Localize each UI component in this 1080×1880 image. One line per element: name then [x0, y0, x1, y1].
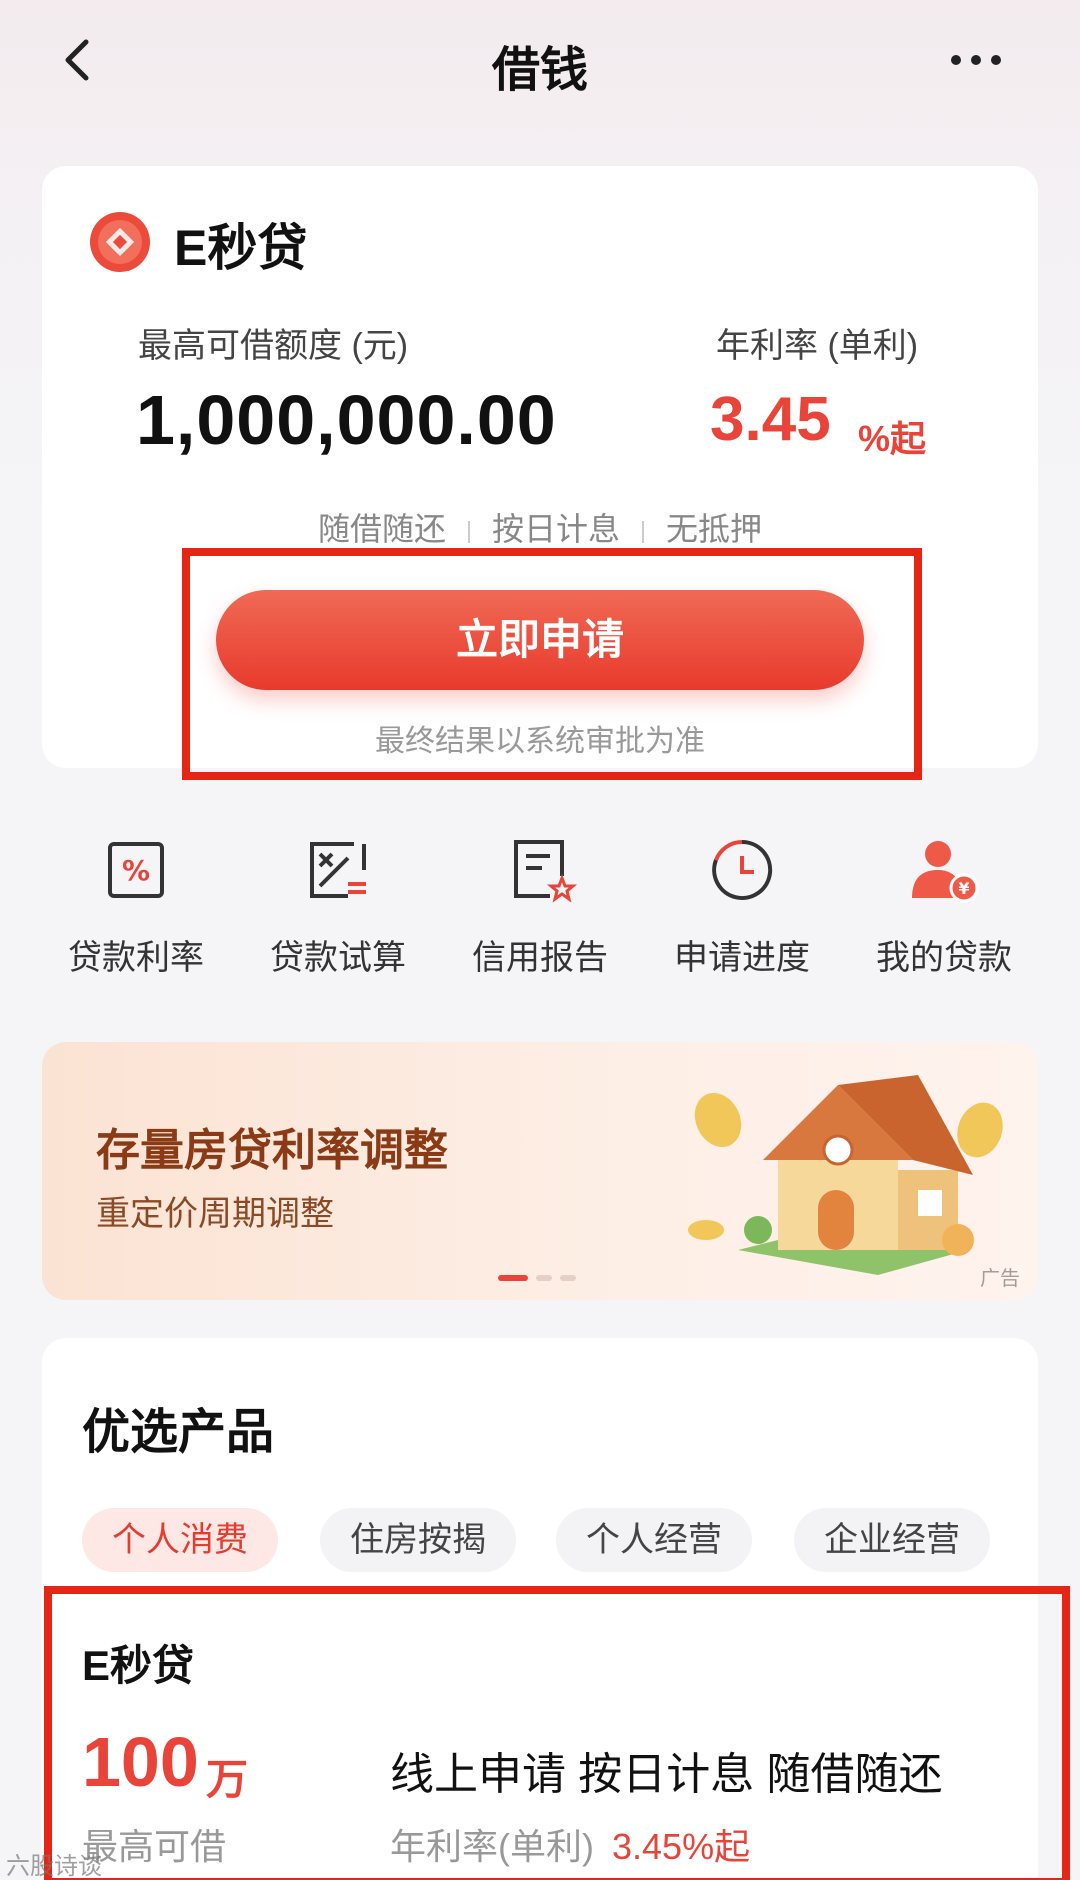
watermark: 六股诗谈 [6, 1853, 102, 1880]
max-amount: 100 [82, 1723, 199, 1801]
quick-action-my-loans[interactable]: ¥ 我的贷款 [844, 830, 1044, 1000]
limit-label: 最高可借额度 (元) [138, 327, 409, 365]
max-amount-unit: 万 [206, 1756, 249, 1803]
report-icon [500, 830, 580, 910]
rate-unit: %起 [858, 418, 927, 459]
divider [642, 520, 644, 543]
product-features: 线上申请 按日计息 随借随还 [390, 1750, 943, 1799]
quick-action-label: 我的贷款 [876, 939, 1012, 977]
divider [467, 520, 470, 543]
svg-text:%: % [122, 854, 150, 887]
tab-personal-business[interactable]: 个人经营 [556, 1508, 752, 1572]
carousel-indicator [498, 1270, 588, 1281]
product-name: E秒贷 [174, 220, 308, 276]
quick-action-progress[interactable]: 申请进度 [642, 830, 842, 1000]
tab-personal-consumption[interactable]: 个人消费 [82, 1508, 278, 1572]
ad-tag: 广告 [980, 1268, 1020, 1290]
calculator-icon [298, 830, 378, 910]
apply-button[interactable]: 立即申请 [216, 590, 864, 690]
svg-text:¥: ¥ [958, 879, 969, 898]
product-rate-label: 年利率(单利) [390, 1826, 594, 1867]
percent-icon: % [96, 830, 176, 910]
tab-enterprise-business[interactable]: 企业经营 [794, 1508, 990, 1572]
quick-action-label: 信用报告 [472, 939, 608, 977]
user-money-icon: ¥ [904, 830, 984, 910]
feature-list: 随借随还 按日计息 无抵押 [0, 504, 1080, 550]
apply-note: 最终结果以系统审批为准 [375, 725, 705, 758]
feature-item: 随借随还 [317, 511, 446, 547]
house-illustration [668, 1060, 1028, 1280]
quick-action-loan-rate[interactable]: % 贷款利率 [36, 830, 236, 1000]
product-rate-value: 3.45%起 [612, 1826, 751, 1867]
more-dots-icon [951, 55, 1001, 65]
quick-action-credit-report[interactable]: 信用报告 [440, 830, 640, 1000]
banner-subtitle: 重定价周期调整 [96, 1195, 334, 1233]
limit-value: 1,000,000.00 [136, 381, 557, 459]
product-logo-icon [88, 210, 152, 274]
clock-icon [702, 830, 782, 910]
rate-label: 年利率 (单利) [716, 327, 919, 365]
quick-action-loan-calc[interactable]: 贷款试算 [238, 830, 438, 1000]
quick-action-label: 贷款利率 [68, 939, 204, 977]
section-title: 优选产品 [82, 1406, 275, 1459]
feature-item: 按日计息 [491, 511, 620, 547]
more-button[interactable] [936, 40, 1016, 80]
banner-title: 存量房贷利率调整 [96, 1126, 448, 1175]
max-amount-label: 最高可借 [82, 1826, 227, 1867]
page-title: 借钱 [491, 44, 588, 97]
quick-action-label: 申请进度 [674, 939, 810, 977]
product-card-name[interactable]: E秒贷 [82, 1632, 194, 1693]
feature-item: 无抵押 [666, 511, 763, 547]
tab-mortgage[interactable]: 住房按揭 [320, 1508, 516, 1572]
rate-value: 3.45 [710, 385, 831, 454]
quick-action-label: 贷款试算 [270, 939, 406, 977]
